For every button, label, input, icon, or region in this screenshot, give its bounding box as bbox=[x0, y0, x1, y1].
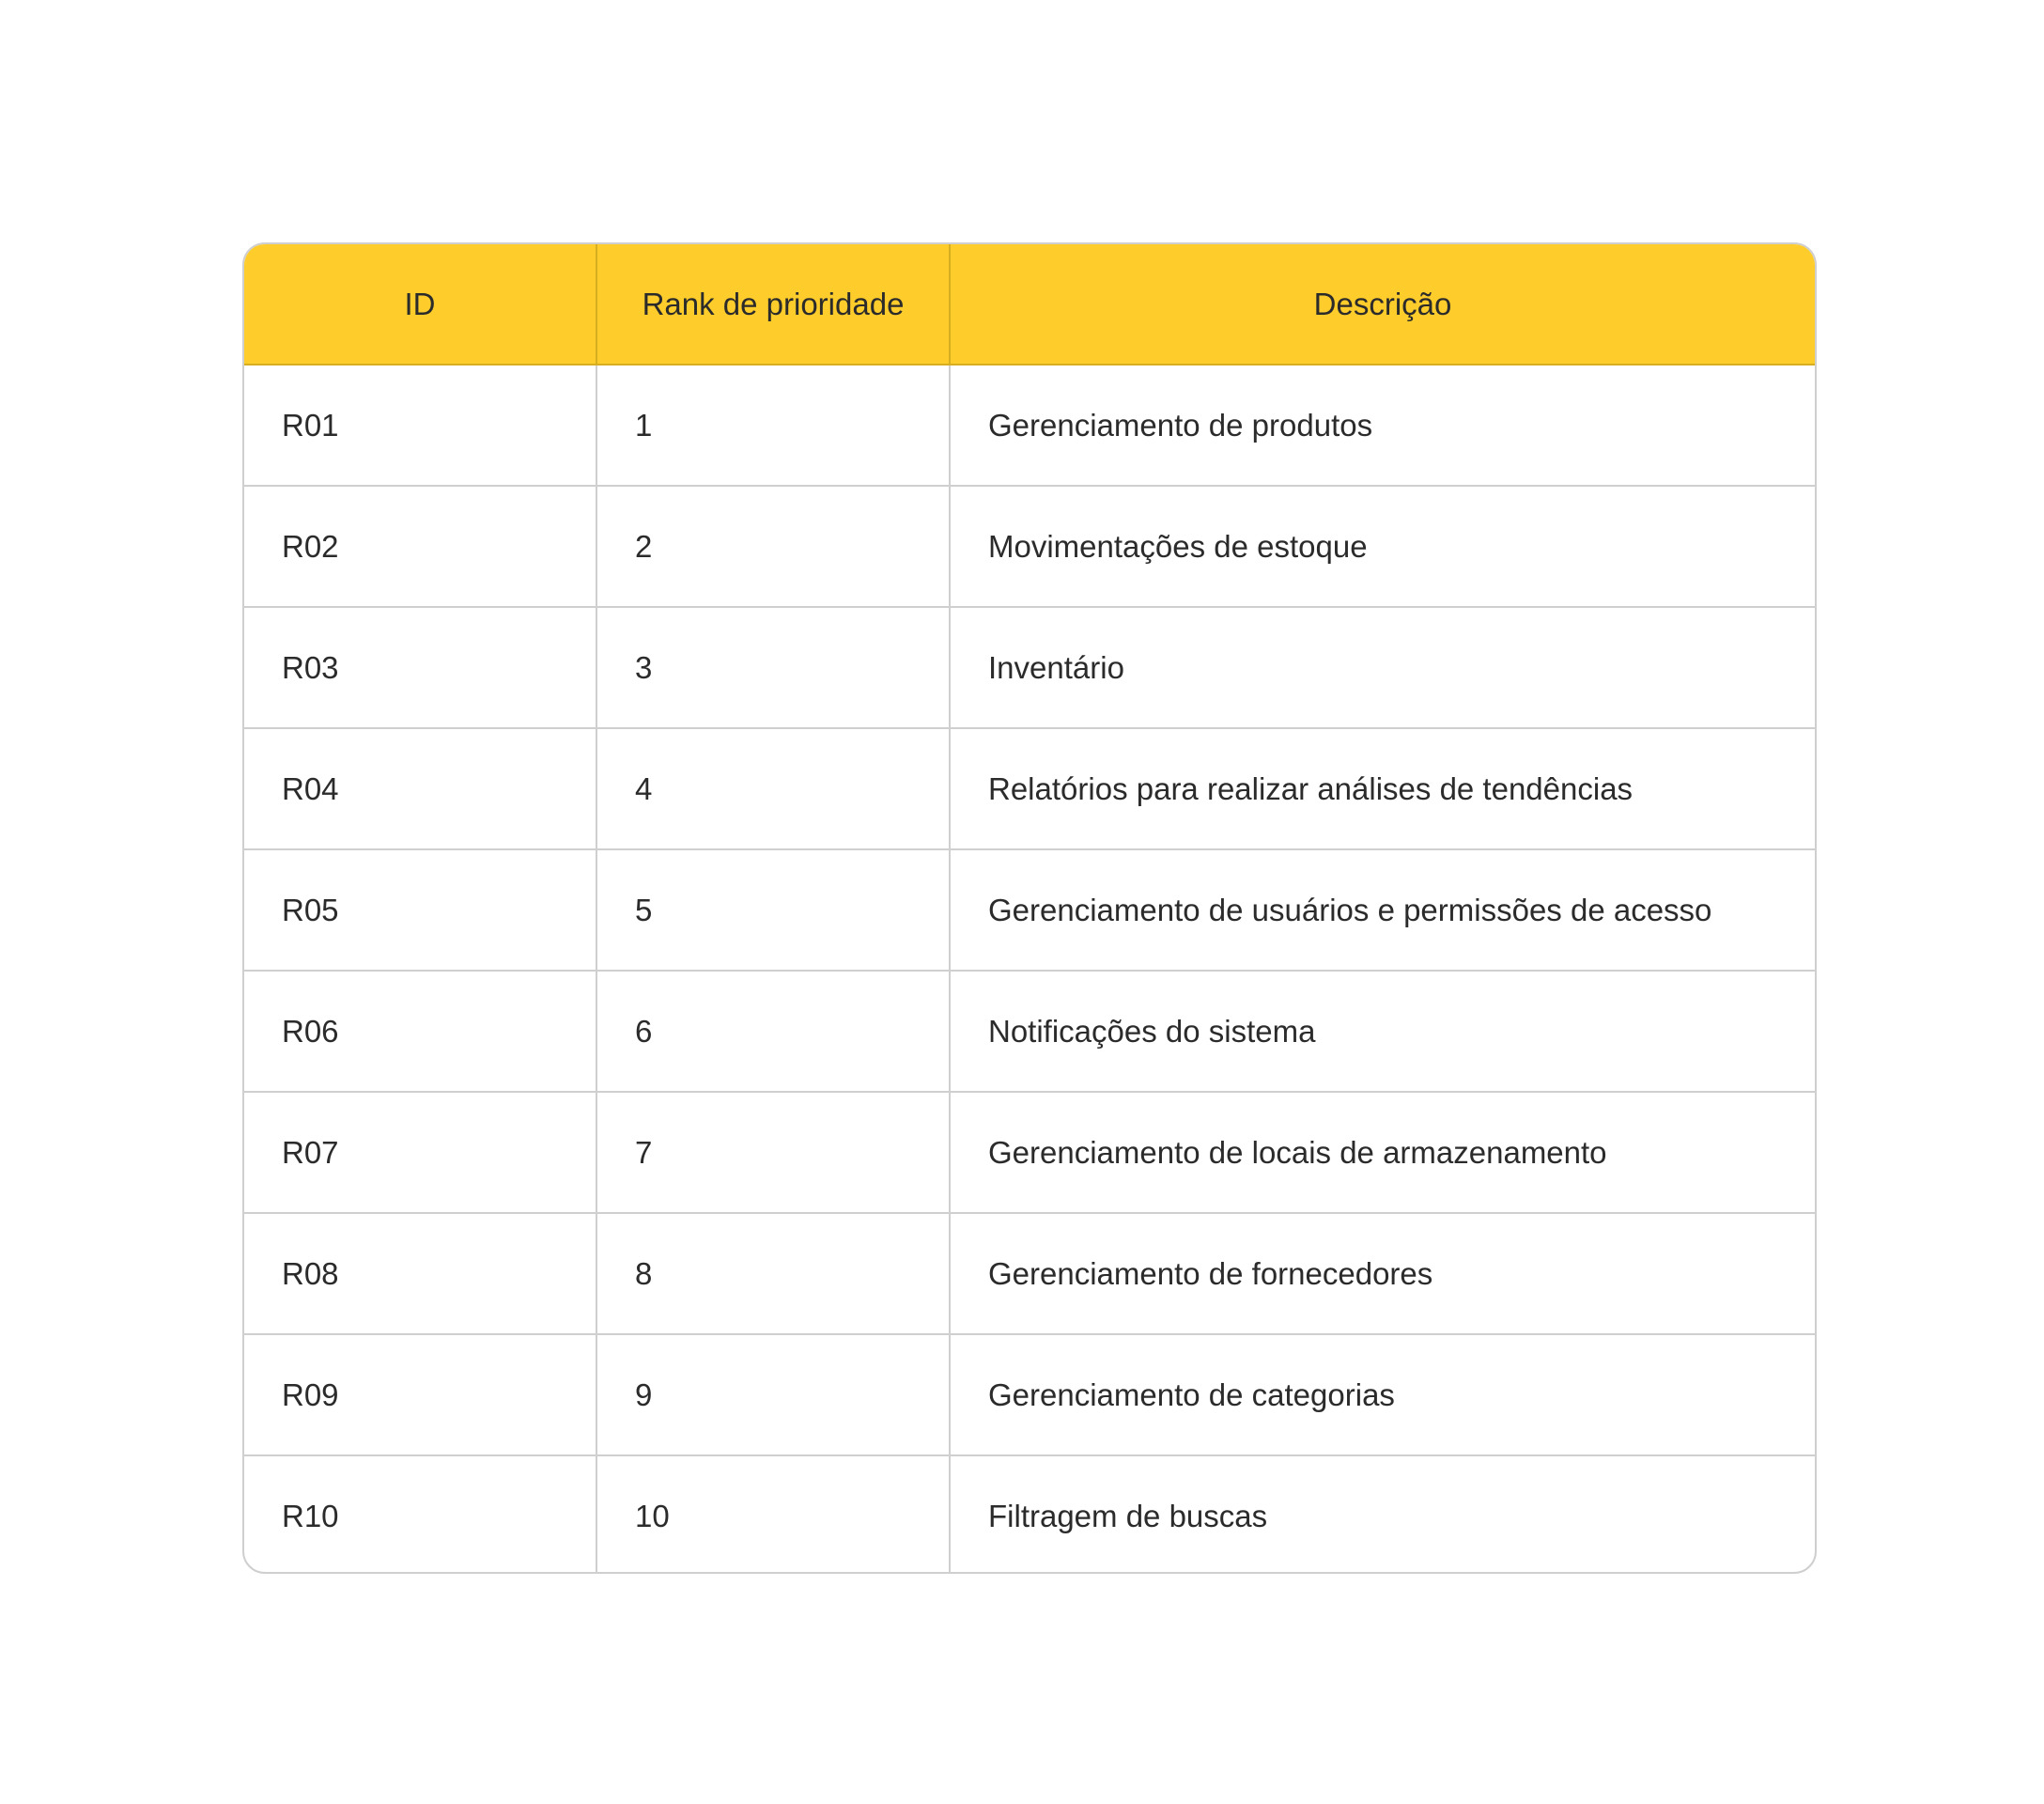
cell-description: Gerenciamento de usuários e permissões d… bbox=[950, 849, 1815, 972]
header-row: ID Rank de prioridade Descrição bbox=[244, 244, 1815, 365]
cell-id: R01 bbox=[244, 365, 597, 487]
cell-rank: 3 bbox=[596, 607, 951, 729]
cell-description: Gerenciamento de produtos bbox=[950, 365, 1815, 487]
cell-id: R09 bbox=[244, 1334, 597, 1456]
cell-rank: 2 bbox=[596, 486, 951, 608]
table-row: R06 6 Notificações do sistema bbox=[244, 971, 1815, 1093]
column-header-rank: Rank de prioridade bbox=[596, 244, 951, 365]
cell-description: Filtragem de buscas bbox=[988, 1498, 1268, 1533]
cell-description: Gerenciamento de fornecedores bbox=[950, 1213, 1815, 1335]
table-row: R07 7 Gerenciamento de locais de armazen… bbox=[244, 1092, 1815, 1214]
cell-rank: 7 bbox=[596, 1092, 951, 1214]
table-row: R02 2 Movimentações de estoque bbox=[244, 486, 1815, 608]
table-row: R08 8 Gerenciamento de fornecedores bbox=[244, 1213, 1815, 1335]
table-row: R10 10 Filtragem de buscas bbox=[244, 1455, 1815, 1572]
cell-id: R02 bbox=[244, 486, 597, 608]
cell-description: Gerenciamento de categorias bbox=[950, 1334, 1815, 1456]
cell-rank: 1 bbox=[596, 365, 951, 487]
cell-rank: 8 bbox=[596, 1213, 951, 1335]
cell-rank: 10 bbox=[596, 1455, 951, 1572]
cell-id: R10 bbox=[244, 1455, 597, 1572]
requirements-table: ID Rank de prioridade Descrição R01 1 Ge… bbox=[244, 244, 1815, 1572]
cell-id: R06 bbox=[244, 971, 597, 1093]
table-row: R09 9 Gerenciamento de categorias bbox=[244, 1334, 1815, 1456]
cell-description: Notificações do sistema bbox=[950, 971, 1815, 1093]
table-row: R01 1 Gerenciamento de produtos bbox=[244, 365, 1815, 487]
cell-id: R03 bbox=[244, 607, 597, 729]
table-row: R04 4 Relatórios para realizar análises … bbox=[244, 728, 1815, 850]
cell-id: R08 bbox=[244, 1213, 597, 1335]
cell-id: R04 bbox=[244, 728, 597, 850]
cell-description: Relatórios para realizar análises de ten… bbox=[950, 728, 1815, 850]
cell-id: R07 bbox=[244, 1092, 597, 1214]
column-header-description: Descrição bbox=[950, 244, 1815, 365]
table-header: ID Rank de prioridade Descrição bbox=[244, 244, 1815, 365]
cell-rank: 6 bbox=[596, 971, 951, 1093]
table-row: R03 3 Inventário bbox=[244, 607, 1815, 729]
cell-description: Gerenciamento de locais de armazenamento bbox=[950, 1092, 1815, 1214]
table-row: R05 5 Gerenciamento de usuários e permis… bbox=[244, 849, 1815, 972]
cell-rank: 4 bbox=[596, 728, 951, 850]
column-header-id: ID bbox=[244, 244, 597, 365]
cell-description: Movimentações de estoque bbox=[950, 486, 1815, 608]
cell-rank: 5 bbox=[596, 849, 951, 972]
cell-id: R05 bbox=[244, 849, 597, 972]
cell-description: Inventário bbox=[950, 607, 1815, 729]
requirements-table-container: ID Rank de prioridade Descrição R01 1 Ge… bbox=[242, 242, 1817, 1574]
table-body: R01 1 Gerenciamento de produtos R02 2 Mo… bbox=[244, 365, 1815, 1572]
cell-rank: 9 bbox=[596, 1334, 951, 1456]
